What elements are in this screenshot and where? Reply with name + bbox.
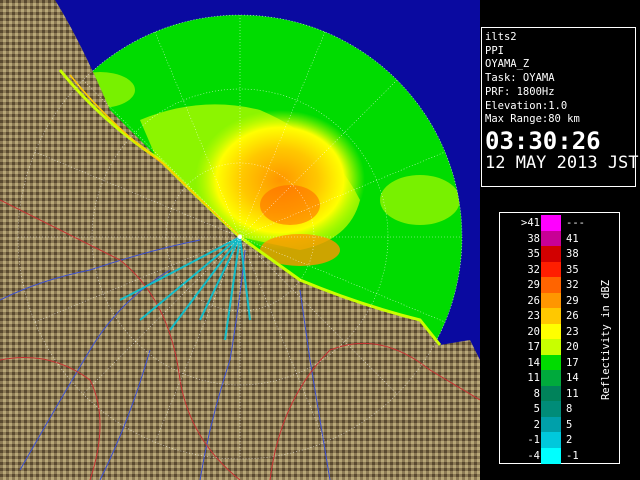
legend-swatch — [541, 385, 561, 402]
legend-high-value: 2 — [566, 434, 573, 446]
legend-low-value: -4 — [527, 449, 540, 462]
legend-high-value: 29 — [566, 294, 579, 307]
legend-swatch — [541, 401, 561, 417]
legend-high-value: 32 — [566, 279, 579, 291]
legend-title: Reflectivity in dBZ — [600, 279, 612, 401]
legend-row: 25 — [500, 416, 619, 433]
legend-high-value: 17 — [566, 356, 579, 369]
prf-value: PRF: 1800Hz — [485, 85, 555, 98]
legend-row: 32 35 — [500, 261, 619, 278]
legend-low-value: >41 — [521, 217, 540, 229]
legend-high-value: 14 — [566, 372, 579, 384]
legend-low-value: 26 — [527, 294, 540, 307]
legend-high-value: -1 — [566, 449, 579, 462]
legend-row: -4 -1 — [500, 447, 619, 464]
max-range-value: Max Range:80 km — [485, 113, 580, 126]
legend-high-value: --- — [566, 217, 585, 229]
legend-swatch — [541, 416, 561, 433]
legend-low-value: 2 — [533, 418, 540, 431]
legend-low-value: 17 — [527, 341, 540, 353]
legend-high-value: 41 — [566, 232, 579, 245]
legend-swatch — [541, 447, 561, 464]
legend-low-value: -1 — [527, 434, 540, 446]
legend-swatch — [541, 370, 561, 386]
legend-low-value: 38 — [527, 232, 540, 245]
legend-high-value: 8 — [566, 403, 573, 415]
legend-high-value: 35 — [566, 263, 579, 276]
legend-row: 35 38 — [500, 246, 619, 262]
legend-high-value: 38 — [566, 248, 579, 260]
legend-low-value: 35 — [527, 248, 540, 260]
legend-row: >41 --- — [500, 215, 619, 231]
legend-swatch — [541, 308, 561, 324]
legend-high-value: 11 — [566, 387, 579, 400]
legend-swatch — [541, 432, 561, 448]
legend-swatch — [541, 261, 561, 278]
legend-swatch — [541, 354, 561, 371]
legend-high-value: 5 — [566, 418, 573, 431]
legend-swatch — [541, 230, 561, 247]
scan-time: 03:30:26 — [485, 126, 601, 155]
legend-low-value: 11 — [527, 372, 540, 384]
legend-swatch — [541, 277, 561, 293]
radar-info-box: ilts2 PPI OYAMA_Z Task: OYAMA PRF: 1800H… — [481, 27, 639, 187]
radar-site-marker — [238, 235, 242, 239]
legend-swatch — [541, 215, 561, 231]
task-name: Task: OYAMA — [485, 72, 555, 85]
legend-row: 38 41 — [500, 230, 619, 247]
legend-high-value: 26 — [566, 310, 579, 322]
legend-low-value: 20 — [527, 325, 540, 338]
legend-swatch — [541, 323, 561, 340]
legend-low-value: 14 — [527, 356, 540, 369]
legend-swatch — [541, 292, 561, 309]
scan-date: 12 MAY 2013 JST — [485, 152, 639, 173]
legend-high-value: 20 — [566, 341, 579, 353]
legend-high-value: 23 — [566, 325, 579, 338]
legend-swatch — [541, 246, 561, 262]
legend-low-value: 8 — [533, 387, 540, 400]
legend-row: -1 2 — [500, 432, 619, 448]
legend-row: 58 — [500, 401, 619, 417]
scan-type: PPI — [485, 44, 504, 57]
product-name: OYAMA_Z — [485, 58, 530, 71]
radar-name: ilts2 — [485, 31, 517, 43]
radar-ppi-map — [0, 0, 480, 480]
legend-swatch — [541, 339, 561, 355]
legend-low-value: 5 — [533, 403, 540, 415]
legend-low-value: 29 — [527, 279, 540, 291]
elevation-value: Elevation:1.0 — [485, 99, 568, 112]
legend-low-value: 23 — [527, 310, 540, 322]
legend-low-value: 32 — [527, 263, 540, 276]
